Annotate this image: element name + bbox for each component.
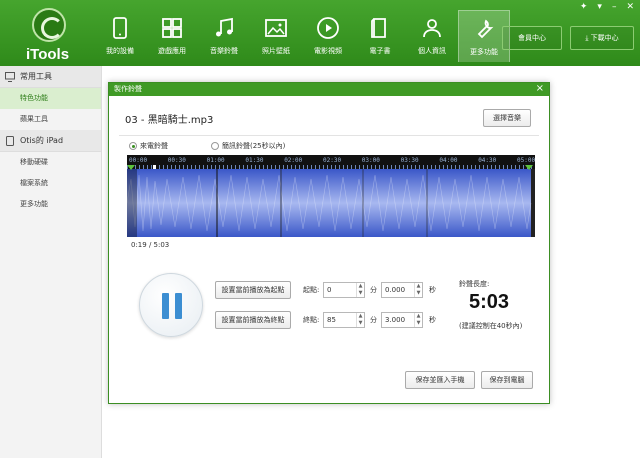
nav-apps[interactable]: 遊戲應用 (146, 10, 198, 62)
start-minute-input[interactable]: 0 ▲ ▼ (323, 282, 365, 298)
sidebar-item-mobile-disk[interactable]: 移動硬碟 (0, 152, 101, 173)
ringtone-maker-dialog: 製作鈴聲 × 03 - 黑暗騎士.mp3 選擇音樂 來電鈴聲 簡訊鈴聲(25秒以… (108, 82, 550, 404)
save-to-device-button[interactable]: 保存並匯入手機 (405, 371, 475, 389)
app-logo: iTools (8, 4, 88, 64)
end-marker-handle[interactable] (525, 165, 533, 170)
ringtone-length-note: (建議控制在40秒內) (459, 322, 523, 330)
ringtone-length-label: 鈴聲長度: (459, 280, 490, 288)
spinner-arrows-icon[interactable]: ▲ ▼ (356, 313, 364, 327)
sidebar-group-ipad[interactable]: Otis的 iPad (0, 130, 101, 152)
minute-unit: 分 (370, 286, 377, 294)
close-icon[interactable]: ✕ (626, 2, 634, 12)
end-second-input[interactable]: 3.000 ▲ ▼ (381, 312, 423, 328)
timeline-tick-label: 02:00 (284, 157, 303, 164)
start-label: 起點: (303, 286, 320, 294)
sidebar-item-more[interactable]: 更多功能 (0, 194, 101, 215)
menu-icon[interactable]: ▾ (597, 2, 602, 12)
dialog-close-button[interactable]: × (536, 83, 544, 95)
video-icon (317, 17, 339, 39)
start-second-input[interactable]: 0.000 ▲ ▼ (381, 282, 423, 298)
pause-icon (162, 293, 169, 319)
pause-icon (175, 293, 182, 319)
book-icon (371, 18, 386, 38)
end-label: 終點: (303, 316, 320, 324)
spinner-arrows-icon[interactable]: ▲ ▼ (414, 283, 422, 297)
timeline-tick-label: 01:30 (245, 157, 264, 164)
nav-photos[interactable]: 照片壁紙 (250, 10, 302, 62)
window-controls: ✦ ▾ – ✕ (580, 2, 634, 12)
top-bar: iTools 我的設備 遊戲應用 音樂鈴聲 照片壁紙 電影視頻 電子書 個人資訊… (0, 0, 640, 66)
tablet-icon (6, 136, 14, 146)
dialog-title-bar: 製作鈴聲 × (109, 83, 549, 96)
sidebar: 常用工具 特色功能 蘋果工具 Otis的 iPad 移動硬碟 檔案系統 更多功能 (0, 66, 102, 458)
device-icon (113, 17, 127, 39)
main-nav: 我的設備 遊戲應用 音樂鈴聲 照片壁紙 電影視頻 電子書 個人資訊 更多功能 (94, 10, 510, 66)
person-icon (423, 19, 441, 38)
sidebar-group-common-tools[interactable]: 常用工具 (0, 66, 101, 88)
radio-unchecked-icon (211, 142, 219, 150)
save-to-pc-button[interactable]: 保存到電腦 (481, 371, 533, 389)
nav-ebook[interactable]: 電子書 (354, 10, 406, 62)
playhead[interactable] (153, 165, 156, 169)
waveform-editor[interactable]: 00:00 00:30 01:00 01:30 02:00 02:30 03:00 03:30… (127, 155, 535, 237)
start-marker-handle[interactable] (127, 165, 135, 170)
nav-music[interactable]: 音樂鈴聲 (198, 10, 250, 62)
end-minute-input[interactable]: 85 ▲ ▼ (323, 312, 365, 328)
tools-icon (477, 19, 494, 39)
timeline-tick-label: 00:00 (129, 157, 148, 164)
set-end-button[interactable]: 設置當前播放為終點 (215, 311, 291, 329)
pause-button[interactable] (139, 273, 203, 337)
spinner-arrows-icon[interactable]: ▲ ▼ (414, 313, 422, 327)
apps-icon (162, 18, 182, 38)
timeline-tick-label: 04:00 (439, 157, 458, 164)
second-unit: 秒 (429, 316, 436, 324)
music-icon (216, 17, 233, 37)
song-title: 03 - 黑暗騎士.mp3 (125, 115, 214, 126)
waveform (127, 169, 532, 237)
timeline-tick-label: 04:30 (478, 157, 497, 164)
timeline-tick-label: 03:00 (361, 157, 380, 164)
divider (119, 135, 539, 136)
timeline-tick-label: 05:00 (517, 157, 535, 164)
sidebar-item-file-system[interactable]: 檔案系統 (0, 173, 101, 194)
timeline-tick-label: 03:30 (400, 157, 419, 164)
dialog-title: 製作鈴聲 (114, 85, 142, 93)
photo-icon (265, 19, 287, 37)
radio-sms-ringtone[interactable]: 簡訊鈴聲(25秒以內) (211, 141, 285, 151)
timeline-tick-label: 02:30 (323, 157, 342, 164)
radio-checked-icon (129, 142, 137, 150)
itools-logo-icon (32, 8, 66, 42)
playback-position: 0:19 / 5:03 (131, 241, 170, 249)
download-center-button[interactable]: ⤓ 下載中心 (570, 26, 634, 50)
nav-video[interactable]: 電影視頻 (302, 10, 354, 62)
ringtone-length-value: 5:03 (469, 291, 510, 313)
skin-icon[interactable]: ✦ (580, 2, 588, 12)
spinner-arrows-icon[interactable]: ▲ ▼ (356, 283, 364, 297)
second-unit: 秒 (429, 286, 436, 294)
timeline-tick-label: 01:00 (206, 157, 225, 164)
nav-my-device[interactable]: 我的設備 (94, 10, 146, 62)
member-center-button[interactable]: 會員中心 (502, 26, 562, 50)
nav-personal-info[interactable]: 個人資訊 (406, 10, 458, 62)
monitor-icon (5, 72, 15, 82)
minute-unit: 分 (370, 316, 377, 324)
sidebar-item-featured[interactable]: 特色功能 (0, 88, 101, 109)
timeline-tick-label: 00:30 (167, 157, 186, 164)
minimize-icon[interactable]: – (612, 2, 617, 12)
radio-incoming-ringtone[interactable]: 來電鈴聲 (129, 141, 168, 151)
sidebar-item-apple-tools[interactable]: 蘋果工具 (0, 109, 101, 130)
set-start-button[interactable]: 設置當前播放為起點 (215, 281, 291, 299)
select-music-button[interactable]: 選擇音樂 (483, 109, 531, 127)
app-name: iTools (26, 46, 70, 63)
